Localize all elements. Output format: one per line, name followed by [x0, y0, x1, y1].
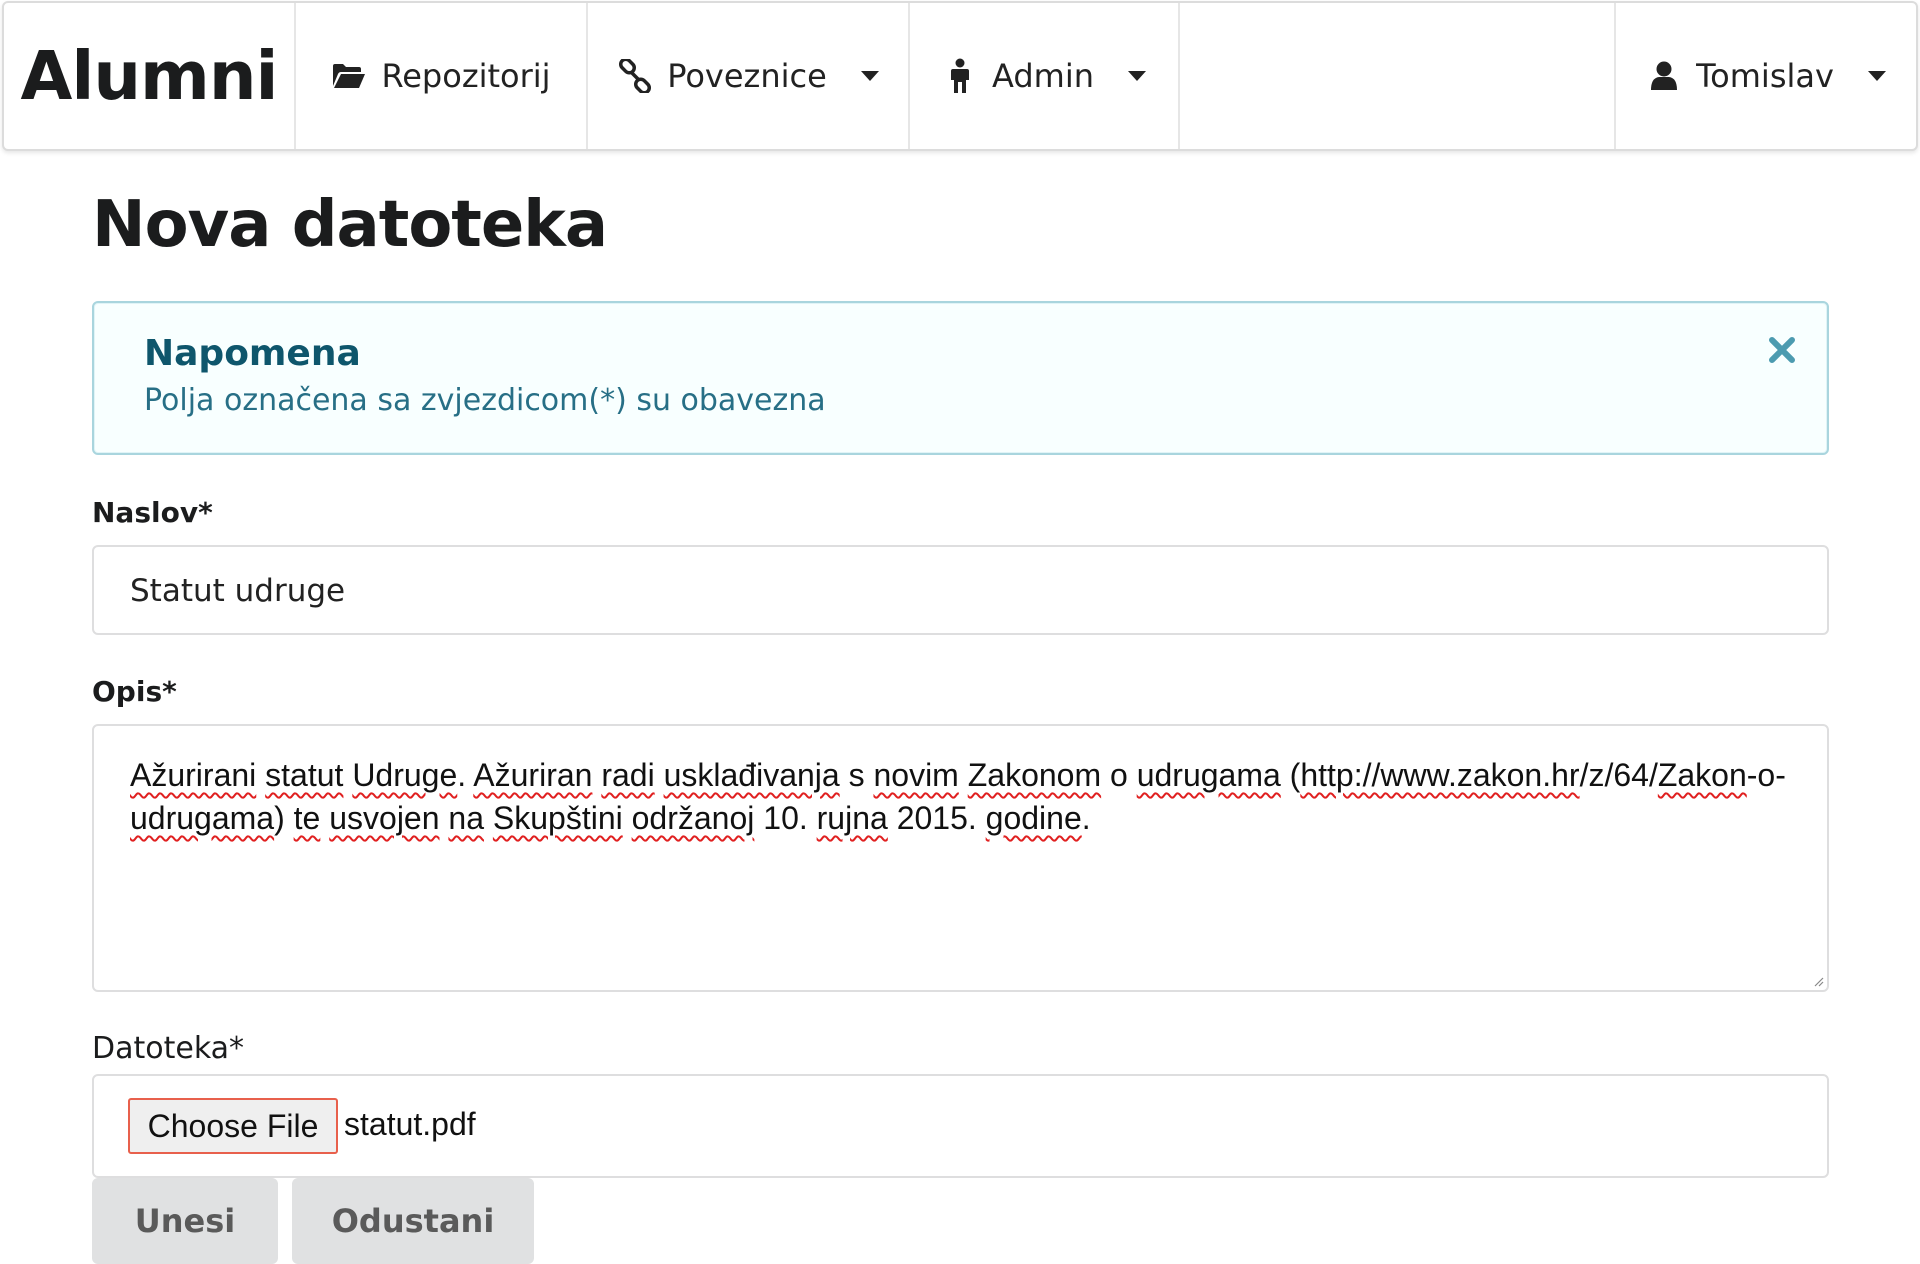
description-text: 10. [754, 800, 817, 836]
description-text: ( [1280, 757, 1301, 793]
file-label: Datoteka* [92, 1031, 245, 1066]
misspelled-word: usklađivanja [663, 757, 840, 793]
description-text [655, 757, 664, 793]
misspelled-word: rujna [816, 800, 888, 836]
title-label: Naslov* [92, 496, 213, 529]
info-message: Napomena Polja označena sa zvjezdicom(*)… [92, 301, 1829, 455]
menu-item-repozitorij[interactable]: Repozitorij [296, 3, 588, 149]
misspelled-word: usvojen [329, 800, 440, 836]
close-icon[interactable] [1767, 335, 1797, 365]
misspelled-word: održanoj [631, 800, 755, 836]
cancel-button[interactable]: Odustani [292, 1178, 534, 1264]
menu-spacer [1180, 3, 1616, 149]
link-icon [617, 58, 653, 94]
dropdown-caret-icon [860, 71, 879, 81]
misspelled-word: statut [265, 757, 344, 793]
message-text: Polja označena sa zvjezdicom(*) su obave… [144, 383, 826, 418]
description-text: /z/64/ [1579, 757, 1658, 793]
description-text: . [457, 757, 474, 793]
message-header: Napomena [144, 333, 361, 374]
user-menu[interactable]: Tomislav [1616, 3, 1916, 149]
misspelled-word: te [293, 800, 321, 836]
misspelled-word: Zakonom [967, 757, 1102, 793]
top-menu: Alumni Repozitorij Poveznice Admin Tomis… [2, 1, 1918, 151]
description-text [256, 757, 265, 793]
choose-file-button[interactable]: Choose File [128, 1098, 338, 1154]
description-text [484, 800, 493, 836]
misspelled-word: Zakon [1657, 757, 1747, 793]
misspelled-word: novim [873, 757, 959, 793]
menu-item-label: Poveznice [667, 57, 827, 95]
menu-item-admin[interactable]: Admin [910, 3, 1180, 149]
user-icon [1646, 58, 1682, 94]
submit-button[interactable]: Unesi [92, 1178, 278, 1264]
dropdown-caret-icon [1127, 71, 1146, 81]
description-textarea-value: Ažurirani statut Udruge. Ažuriran radi u… [130, 754, 1790, 840]
misspelled-word: godine [985, 800, 1082, 836]
misspelled-word: http://www.zakon.hr [1300, 757, 1580, 793]
description-text: o [1101, 757, 1137, 793]
description-text [592, 757, 601, 793]
misspelled-word: na [448, 800, 484, 836]
description-text: s [839, 757, 874, 793]
menu-item-label: Repozitorij [381, 57, 551, 95]
misspelled-word: Skupštini [492, 800, 623, 836]
resize-grip-icon[interactable] [1812, 975, 1824, 987]
description-text: ) [274, 800, 294, 836]
misspelled-word: Udruge [352, 757, 458, 793]
person-icon [942, 58, 978, 94]
description-text [343, 757, 352, 793]
misspelled-word: radi [601, 757, 655, 793]
description-label: Opis* [92, 675, 177, 708]
menu-item-poveznice[interactable]: Poveznice [588, 3, 910, 149]
description-text: -o- [1746, 757, 1786, 793]
selected-file-name: statut.pdf [344, 1106, 476, 1142]
file-input: Choose File statut.pdf [92, 1074, 1829, 1178]
title-input-value: Statut udruge [130, 573, 346, 609]
description-textarea[interactable]: Ažurirani statut Udruge. Ažuriran radi u… [92, 724, 1829, 992]
misspelled-word: Ažurirani [130, 757, 257, 793]
misspelled-word: udrugama [1136, 757, 1281, 793]
user-name: Tomislav [1696, 57, 1834, 95]
dropdown-caret-icon [1867, 71, 1886, 81]
page-title: Nova datoteka [92, 188, 608, 262]
title-input[interactable]: Statut udruge [92, 545, 1829, 635]
misspelled-word: udrugama [130, 800, 275, 836]
folder-open-icon [331, 58, 367, 94]
description-text [959, 757, 968, 793]
description-text: . [1081, 800, 1091, 836]
description-text [623, 800, 632, 836]
brand-logo[interactable]: Alumni [4, 3, 296, 149]
menu-item-label: Admin [992, 57, 1094, 95]
misspelled-word: Ažuriran [473, 757, 593, 793]
description-text [320, 800, 329, 836]
description-text: 2015. [887, 800, 986, 836]
